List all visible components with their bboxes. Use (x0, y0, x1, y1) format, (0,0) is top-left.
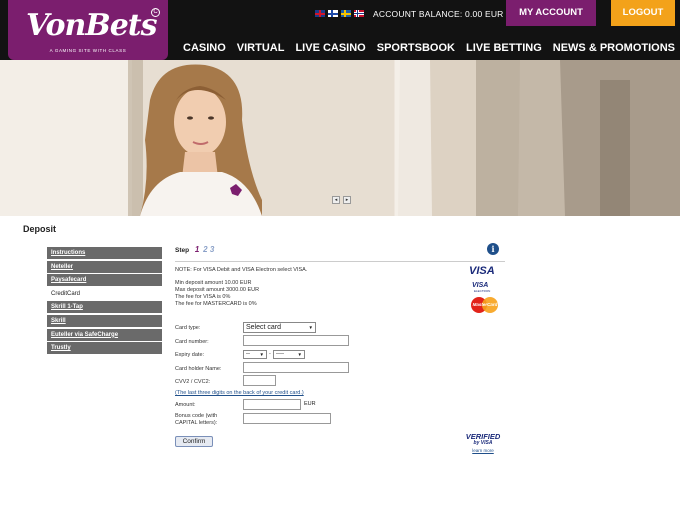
amount-input[interactable] (243, 399, 301, 410)
confirm-button[interactable]: Confirm (175, 436, 213, 447)
slider-next-icon[interactable]: ▸ (343, 196, 351, 204)
verified-by-visa-badge: VERIFIED by VISA learn more (463, 432, 503, 453)
registered-mark-icon: C (151, 8, 160, 17)
min-deposit-note: Min deposit amount 10.00 EUR (175, 280, 252, 286)
brand-tagline: A GAMING SITE WITH CLASS (49, 48, 127, 53)
card-number-input[interactable] (243, 335, 349, 346)
nav-item-virtual[interactable]: VIRTUAL (237, 42, 285, 54)
sidebar-item-creditcard[interactable]: CreditCard (47, 287, 162, 300)
divider (175, 261, 505, 262)
cvv-label: CVV2 / CVC2: (175, 379, 211, 385)
flag-fi-icon[interactable] (328, 10, 338, 17)
flag-se-icon[interactable] (341, 10, 351, 17)
visa-electron-logo: VISA (472, 282, 489, 289)
visa-logo: VISA (469, 265, 495, 277)
electron-label: ELECTRON (474, 289, 491, 293)
mastercard-logo: MasterCard (471, 297, 499, 313)
brand-logo[interactable]: VonBets C A GAMING SITE WITH CLASS (8, 0, 168, 60)
sidebar-item-instructions[interactable]: Instructions (47, 247, 162, 259)
main-nav: CASINO VIRTUAL LIVE CASINO SPORTSBOOK LI… (183, 42, 675, 54)
nav-item-live-casino[interactable]: LIVE CASINO (295, 42, 365, 54)
amount-label: Amount: (175, 402, 196, 408)
expiry-separator: - (269, 351, 271, 357)
info-icon[interactable]: i (487, 243, 499, 255)
hero-banner (0, 60, 680, 216)
hero-slider-controls: ◂ ▸ (332, 196, 351, 204)
amount-unit: EUR (304, 401, 316, 407)
flag-en-icon[interactable] (315, 10, 325, 17)
brand-logo-text: VonBets (26, 8, 158, 43)
card-holder-input[interactable] (243, 362, 349, 373)
payment-method-sidebar: Instructions Neteller Paysafecard Credit… (47, 247, 162, 356)
card-holder-label: Card holder Name: (175, 366, 222, 372)
sidebar-item-paysafecard[interactable]: Paysafecard (47, 274, 162, 287)
my-account-button[interactable]: MY ACCOUNT (506, 0, 596, 26)
visa-fee-note: The fee for VISA is 0% (175, 294, 231, 300)
sidebar-item-skrill[interactable]: Skrill (47, 314, 162, 327)
mastercard-fee-note: The fee for MASTERCARD is 0% (175, 301, 257, 307)
page-title: Deposit (23, 224, 57, 234)
sidebar-item-skrill-1-tap[interactable]: Skrill 1-Tap (47, 301, 162, 314)
nav-item-sportsbook[interactable]: SPORTSBOOK (377, 42, 455, 54)
sidebar-item-trustly[interactable]: Trustly (47, 342, 162, 355)
step-current: 1 (194, 245, 200, 254)
logout-button[interactable]: LOGOUT (611, 0, 675, 26)
learn-more-link[interactable]: learn more (463, 448, 503, 453)
mastercard-label: MasterCard (472, 302, 498, 307)
sidebar-item-euteller[interactable]: Euteller via SafeCharge (47, 328, 162, 341)
max-deposit-note: Max deposit amount 3000.00 EUR (175, 287, 260, 293)
card-logos: VISA VISA ELECTRON MasterCard (469, 265, 509, 313)
step-indicator: Step 1 2 3 (175, 245, 214, 254)
top-header: VonBets C A GAMING SITE WITH CLASS ACCOU… (0, 0, 680, 60)
flag-no-icon[interactable] (354, 10, 364, 17)
expiry-month-select[interactable]: -- (243, 350, 267, 359)
sidebar-item-neteller[interactable]: Neteller (47, 260, 162, 273)
step-remaining: 2 3 (203, 245, 215, 254)
slider-prev-icon[interactable]: ◂ (332, 196, 340, 204)
expiry-label: Expiry date: (175, 352, 205, 358)
language-selector (315, 10, 364, 17)
account-balance: ACCOUNT BALANCE: 0.00 EUR (373, 9, 504, 19)
expiry-year-select[interactable]: ---- (273, 350, 305, 359)
bonus-code-label-line2: CAPITAL letters): (175, 420, 218, 426)
nav-item-live-betting[interactable]: LIVE BETTING (466, 42, 542, 54)
bonus-code-input[interactable] (243, 413, 331, 424)
hero-image (0, 60, 680, 216)
step-label: Step (175, 247, 190, 254)
card-number-label: Card number: (175, 339, 209, 345)
nav-item-casino[interactable]: CASINO (183, 42, 226, 54)
nav-item-news-promotions[interactable]: NEWS & PROMOTIONS (553, 42, 675, 54)
card-type-label: Card type: (175, 325, 201, 331)
visa-note: NOTE: For VISA Debit and VISA Electron s… (175, 267, 308, 273)
card-type-select[interactable]: Select card (243, 322, 316, 333)
cvv-help-link[interactable]: (The last three digits on the back of yo… (175, 390, 304, 396)
cvv-input[interactable] (243, 375, 276, 386)
bonus-code-label-line1: Bonus code (with (175, 413, 218, 419)
